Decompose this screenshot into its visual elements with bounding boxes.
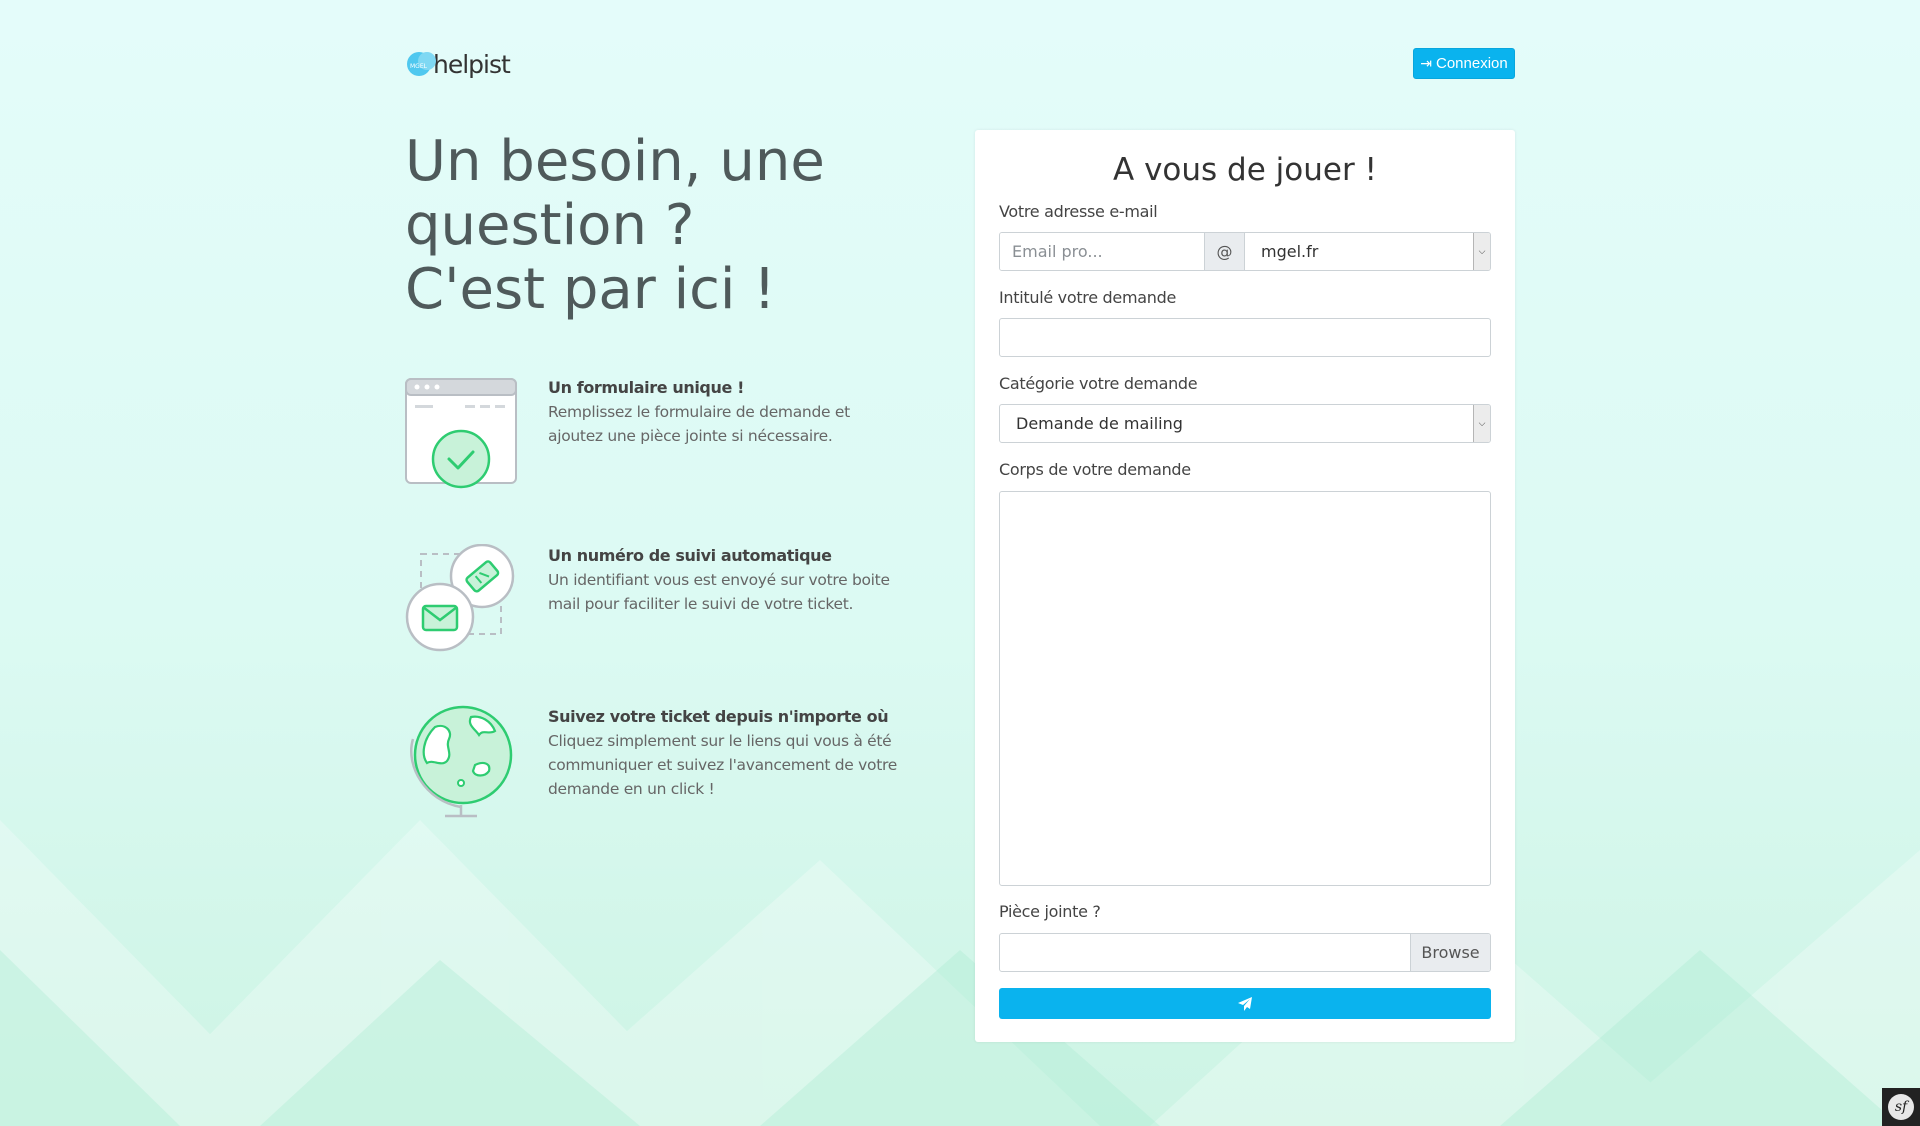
hero-title-line: C'est par ici !: [405, 257, 776, 322]
feature-desc: ajoutez une pièce jointe si nécessaire.: [548, 427, 833, 445]
feature-desc: Cliquez simplement sur le liens qui vous…: [548, 732, 892, 750]
subject-field[interactable]: [999, 318, 1491, 357]
form-check-icon: [405, 376, 519, 490]
attachment-input[interactable]: Browse: [999, 933, 1491, 972]
feature-anywhere: Suivez votre ticket depuis n'importe où …: [405, 705, 925, 825]
attachment-filename[interactable]: [1000, 934, 1410, 971]
login-button[interactable]: ⇥ Connexion: [1413, 48, 1515, 79]
request-form-card: A vous de jouer ! Votre adresse e-mail @…: [975, 130, 1515, 1042]
globe-icon: [405, 705, 519, 819]
symfony-icon: sf: [1888, 1094, 1914, 1120]
feature-desc: Remplissez le formulaire de demande et: [548, 403, 850, 421]
ticket-mail-icon: [405, 543, 519, 658]
login-label: Connexion: [1436, 55, 1508, 72]
logo-cloud-icon: MGEL: [405, 47, 439, 81]
symfony-toolbar-toggle[interactable]: sf: [1882, 1088, 1920, 1126]
logo-text: helpist: [433, 49, 511, 79]
attachment-label: Pièce jointe ?: [999, 902, 1101, 921]
email-domain-select[interactable]: mgel.fr ⌵: [1245, 233, 1490, 270]
hero-title: Un besoin, une question ? C'est par ici …: [405, 130, 925, 322]
feature-title: Suivez votre ticket depuis n'importe où: [548, 707, 889, 726]
chevron-down-icon: ⌵: [1473, 405, 1490, 442]
body-textarea[interactable]: [999, 491, 1491, 886]
body-label: Corps de votre demande: [999, 460, 1191, 479]
logo-badge-text: MGEL: [410, 63, 428, 70]
feature-form: Un formulaire unique ! Remplissez le for…: [405, 376, 925, 496]
hero-title-line: Un besoin, une: [405, 129, 825, 194]
subject-label: Intitulé votre demande: [999, 288, 1176, 307]
sign-in-icon: ⇥: [1420, 55, 1432, 71]
email-input-group: @ mgel.fr ⌵: [999, 232, 1491, 271]
feature-title: Un numéro de suivi automatique: [548, 546, 832, 565]
category-value: Demande de mailing: [1016, 414, 1183, 433]
browse-button[interactable]: Browse: [1410, 934, 1490, 971]
at-addon: @: [1204, 233, 1245, 270]
feature-desc: mail pour faciliter le suivi de votre ti…: [548, 595, 854, 613]
hero-title-line: question ?: [405, 193, 695, 258]
chevron-down-icon: ⌵: [1473, 233, 1490, 270]
feature-desc: Un identifiant vous est envoyé sur votre…: [548, 571, 890, 589]
form-title: A vous de jouer !: [1113, 152, 1377, 188]
feature-tracking: Un numéro de suivi automatique Un identi…: [405, 543, 925, 664]
email-field[interactable]: [1000, 233, 1204, 270]
feature-title: Un formulaire unique !: [548, 378, 744, 397]
feature-desc: demande en un click !: [548, 780, 715, 798]
submit-button[interactable]: [999, 988, 1491, 1019]
email-label: Votre adresse e-mail: [999, 202, 1158, 221]
logo[interactable]: MGEL helpist: [405, 44, 511, 84]
paper-plane-icon: [1238, 996, 1252, 1011]
category-select[interactable]: Demande de mailing ⌵: [999, 404, 1491, 443]
category-label: Catégorie votre demande: [999, 374, 1198, 393]
feature-desc: communiquer et suivez l'avancement de vo…: [548, 756, 897, 774]
email-domain-value: mgel.fr: [1261, 242, 1319, 261]
